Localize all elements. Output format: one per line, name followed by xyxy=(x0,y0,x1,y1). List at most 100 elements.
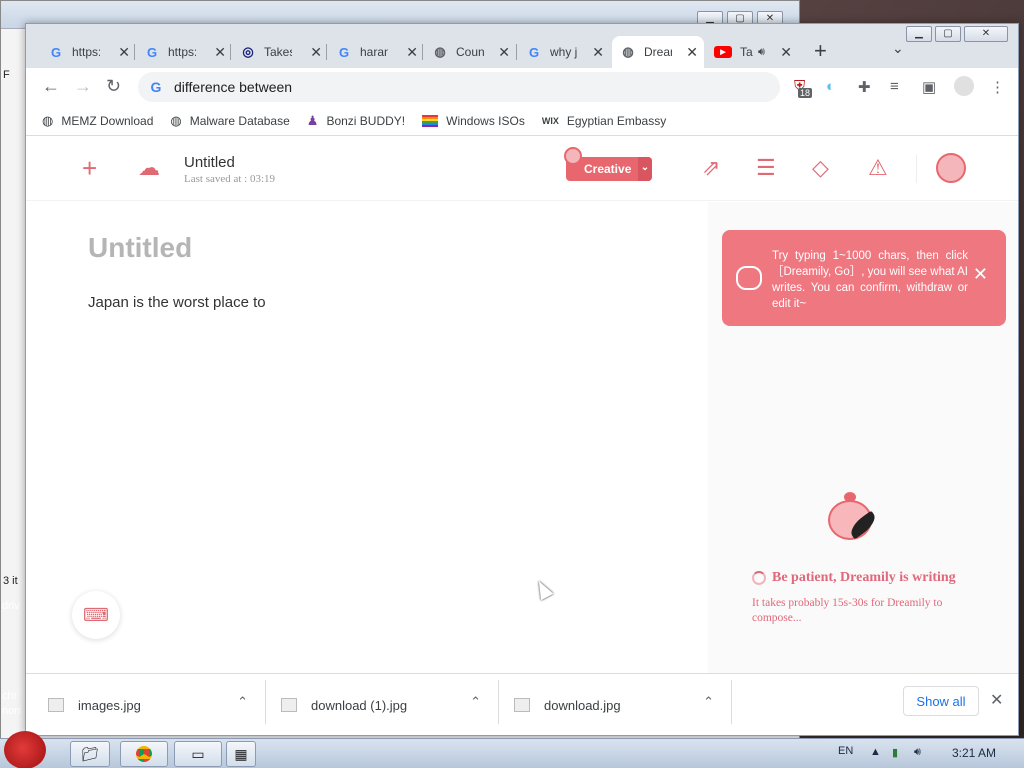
volume-icon[interactable]: 🔊︎ xyxy=(914,746,921,759)
cloud-sync-icon[interactable]: ☁ xyxy=(138,155,160,181)
bookmark-egyptian-embassy[interactable]: WIX Egyptian Embassy xyxy=(542,114,666,128)
close-icon[interactable]: ✕ xyxy=(592,44,604,61)
editor-title[interactable]: Untitled xyxy=(88,232,192,264)
close-icon[interactable]: ✕ xyxy=(686,44,698,61)
image-file-icon xyxy=(281,698,297,712)
close-icon[interactable]: ✕ xyxy=(214,44,226,61)
tab[interactable]: G why j ✕ xyxy=(518,36,610,68)
bookmark-bonzi[interactable]: ♟ Bonzi BUDDY! xyxy=(307,113,405,129)
chrome-window: ▁ ▢ ✕ G https: ✕ G https: ✕ ◎ Takes ✕ G … xyxy=(25,23,1019,736)
media-queue-icon[interactable]: ≡ xyxy=(890,78,899,95)
bookmark-label: Egyptian Embassy xyxy=(566,113,667,128)
tab-label: haran xyxy=(360,45,388,59)
download-item[interactable]: download.jpg ⌃ xyxy=(514,674,730,736)
bookmark-memz[interactable]: ◍ MEMZ Download xyxy=(42,113,153,129)
spinner-icon xyxy=(752,571,766,585)
desktop-text-fragment: chr xyxy=(2,690,18,702)
back-icon[interactable]: ← xyxy=(42,76,60,97)
address-text[interactable]: difference between xyxy=(174,79,292,95)
close-icon[interactable]: ✕ xyxy=(973,265,988,283)
tab-label: why j xyxy=(550,45,578,59)
tab-label: https: xyxy=(72,45,100,59)
puzzle-icon[interactable]: ✚ xyxy=(858,78,871,96)
bookmark-windows-isos[interactable]: Windows ISOs xyxy=(422,114,525,128)
diamond-icon[interactable]: ◇ xyxy=(812,155,829,181)
tab[interactable]: G haran ✕ xyxy=(328,36,424,68)
close-icon[interactable]: ✕ xyxy=(780,44,792,61)
address-bar[interactable]: G difference between xyxy=(138,72,780,102)
new-tab-icon[interactable]: + xyxy=(814,38,827,64)
app-header: + ☁ Untitled Last saved at : 03:19 Creat… xyxy=(26,137,1018,201)
side-panel-icon[interactable]: ▣ xyxy=(922,78,936,96)
taskbar: 📁︎ ▭ ▦ EN ▲ ▮ 🔊︎ 3:21 AM xyxy=(0,731,1024,768)
writing-substatus: It takes probably 15s-30s for Dreamily t… xyxy=(752,597,943,624)
creative-mode-button[interactable]: Creative ⌄ xyxy=(564,147,652,181)
winrar-taskbar-icon[interactable]: ▦ xyxy=(226,741,256,767)
download-item[interactable]: download (1).jpg ⌃ xyxy=(281,674,497,736)
bookmark-malware-database[interactable]: ◍ Malware Database xyxy=(170,113,289,129)
editor[interactable]: Untitled Japan is the worst place to ⌨ xyxy=(26,202,708,673)
screen-taskbar-icon[interactable]: ▭ xyxy=(174,741,222,767)
feedback-icon[interactable]: ⚠ xyxy=(868,155,888,181)
menu-icon[interactable]: ⋮ xyxy=(990,78,1005,96)
chevron-up-icon[interactable]: ⌃ xyxy=(237,694,248,710)
dreamily-app: + ☁ Untitled Last saved at : 03:19 Creat… xyxy=(26,137,1018,673)
editor-body[interactable]: Japan is the worst place to xyxy=(88,294,266,311)
globe-icon: ◍ xyxy=(42,112,54,128)
extension-flag-icon[interactable]: ◐ xyxy=(826,78,835,95)
minimize-icon[interactable]: ▁ xyxy=(906,26,932,42)
tab-strip: ▁ ▢ ✕ G https: ✕ G https: ✕ ◎ Takes ✕ G … xyxy=(26,24,1018,68)
browser-toolbar: ← → ↻ G difference between ⛨ 18 ◐ ✚ ≡ ▣ … xyxy=(26,68,1018,106)
windows-flag-icon xyxy=(422,114,439,127)
show-all-button[interactable]: Show all xyxy=(903,686,979,716)
tab[interactable]: G https: ✕ xyxy=(136,36,232,68)
writing-status: Be patient, Dreamily is writing xyxy=(752,570,956,586)
maximize-icon[interactable]: ▢ xyxy=(935,26,961,42)
keyboard-icon[interactable]: ⌨ xyxy=(72,591,120,639)
bookmark-label: Windows ISOs xyxy=(446,113,525,128)
download-name: images.jpg xyxy=(78,697,141,713)
close-icon[interactable]: ✕ xyxy=(990,690,1003,710)
globe-icon: ◍ xyxy=(622,44,634,59)
download-separator xyxy=(498,680,499,724)
chevron-down-icon[interactable]: ⌄ xyxy=(638,157,652,181)
download-item[interactable]: images.jpg ⌃ xyxy=(48,674,264,736)
network-icon[interactable]: ▮ xyxy=(892,746,898,759)
speaker-icon[interactable]: 🔊︎ xyxy=(758,46,765,59)
chrome-taskbar-icon[interactable] xyxy=(120,741,168,767)
close-icon[interactable]: ✕ xyxy=(118,44,130,61)
chevron-up-icon[interactable]: ▲ xyxy=(870,746,881,758)
google-icon: G xyxy=(146,44,158,60)
chevron-up-icon[interactable]: ⌃ xyxy=(703,694,714,710)
outline-icon[interactable]: ☰ xyxy=(756,155,776,181)
profile-icon[interactable] xyxy=(954,76,974,96)
language-indicator[interactable]: EN xyxy=(838,745,853,757)
start-button[interactable] xyxy=(4,731,46,768)
tab[interactable]: ◎ Takes ✕ xyxy=(232,36,328,68)
tab-separator xyxy=(516,44,517,60)
tab[interactable]: ▶ Ta 🔊︎ ✕ xyxy=(706,36,798,68)
clock[interactable]: 3:21 AM xyxy=(952,746,996,760)
explorer-taskbar-icon[interactable]: 📁︎ xyxy=(70,741,110,767)
share-icon[interactable]: ⇗ xyxy=(702,155,720,181)
close-icon[interactable]: ✕ xyxy=(498,44,510,61)
chevron-down-icon[interactable]: ⌄ xyxy=(892,40,904,57)
add-icon[interactable]: + xyxy=(82,153,97,184)
image-file-icon xyxy=(514,698,530,712)
tab[interactable]: G https: ✕ xyxy=(40,36,136,68)
close-icon[interactable]: ✕ xyxy=(964,26,1008,42)
reload-icon[interactable]: ↻ xyxy=(106,76,121,97)
tab[interactable]: ◍ Count ✕ xyxy=(424,36,516,68)
header-divider xyxy=(916,155,917,183)
tab-active[interactable]: ◍ Drean ✕ xyxy=(612,36,704,68)
bonzi-icon: ♟ xyxy=(306,112,319,128)
downloads-shelf: images.jpg ⌃ download (1).jpg ⌃ download… xyxy=(26,673,1018,735)
bookmarks-bar: ◍ MEMZ Download ◍ Malware Database ♟ Bon… xyxy=(26,106,1018,136)
forward-icon[interactable]: → xyxy=(74,76,92,97)
close-icon[interactable]: ✕ xyxy=(310,44,322,61)
background-text-fragment: F xyxy=(3,69,10,81)
tab-separator xyxy=(230,44,231,60)
avatar[interactable] xyxy=(936,153,966,183)
close-icon[interactable]: ✕ xyxy=(406,44,418,61)
chevron-up-icon[interactable]: ⌃ xyxy=(470,694,481,710)
